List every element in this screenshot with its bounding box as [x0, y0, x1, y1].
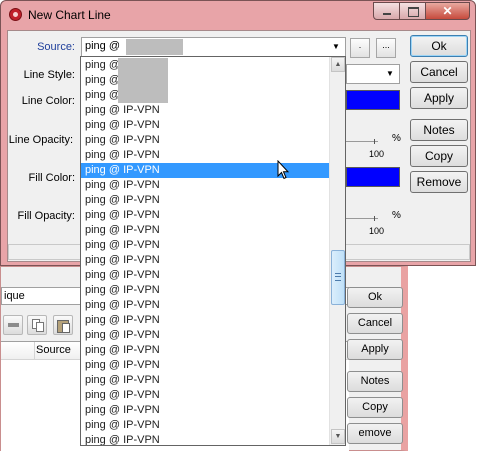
background-copy-button[interactable]: Copy [347, 397, 403, 418]
list-item-label: ping @ [85, 74, 121, 86]
list-item[interactable]: ping @ IP-VPN [81, 418, 331, 433]
redacted-block [126, 39, 183, 55]
list-item[interactable]: ping @ IP-VPN [81, 193, 331, 208]
fill-opacity-label: Fill Opacity: [17, 210, 75, 222]
scroll-up-icon[interactable]: ▲ [331, 57, 345, 72]
apply-button[interactable]: Apply [410, 87, 468, 109]
line-opacity-max: 100 [369, 149, 385, 159]
copy-icon[interactable] [27, 315, 47, 335]
remove-icon[interactable] [3, 315, 23, 335]
cancel-button[interactable]: Cancel [410, 61, 468, 83]
remove-button[interactable]: Remove [410, 171, 468, 193]
list-item[interactable]: ping @ IP-VPN [81, 343, 331, 358]
close-button[interactable] [425, 2, 470, 20]
list-item[interactable]: ping @ IP-VPN [81, 298, 331, 313]
source-combobox[interactable]: ping @ ▼ [81, 37, 346, 57]
list-item-label: ping @ [85, 59, 121, 71]
line-color-swatch[interactable] [346, 90, 400, 110]
list-item[interactable]: ping @ IP-VPN [81, 268, 331, 283]
fill-opacity-percent: % [392, 210, 401, 221]
list-item[interactable]: ping @ IP-VPN [81, 118, 331, 133]
line-opacity-percent: % [392, 133, 401, 144]
background-notes-button[interactable]: Notes [347, 371, 403, 392]
paste-icon[interactable] [53, 315, 73, 335]
mouse-cursor-icon [277, 160, 289, 180]
list-item[interactable]: ping @ [81, 88, 331, 103]
list-item[interactable]: ping @ IP-VPN [81, 388, 331, 403]
list-item[interactable]: ping @ IP-VPN [81, 103, 331, 118]
redacted-block [118, 88, 169, 103]
source-small-button[interactable]: . [350, 38, 370, 58]
list-item[interactable]: ping @ IP-VPN [81, 223, 331, 238]
line-opacity-label: Line Opacity: [8, 134, 73, 146]
list-item[interactable]: ping @ IP-VPN [81, 253, 331, 268]
redacted-block [118, 58, 169, 73]
list-item[interactable]: ping @ IP-VPN [81, 328, 331, 343]
chevron-down-icon[interactable]: ▼ [328, 39, 344, 55]
source-label: Source: [37, 41, 75, 53]
app-icon [9, 8, 22, 21]
list-item[interactable]: ping @ IP-VPN [81, 208, 331, 223]
notes-button[interactable]: Notes [410, 119, 468, 141]
source-dropdown-list[interactable]: ping @ ping @ ping @ ping @ IP-VPN ping … [80, 56, 346, 446]
maximize-button[interactable] [399, 2, 426, 20]
dialog-title: New Chart Line [28, 8, 111, 22]
dropdown-scrollbar[interactable]: ▲ ▼ [329, 57, 345, 445]
fill-color-swatch[interactable] [346, 167, 400, 187]
list-item[interactable]: ping @ [81, 73, 331, 88]
chevron-down-icon[interactable]: ▼ [382, 66, 398, 82]
source-value: ping @ [85, 40, 121, 52]
scrollbar-thumb[interactable] [331, 250, 345, 305]
line-style-label: Line Style: [23, 69, 75, 81]
fill-opacity-max: 100 [369, 226, 385, 236]
background-ok-button[interactable]: Ok [347, 287, 403, 308]
background-cancel-button[interactable]: Cancel [347, 313, 403, 334]
list-item[interactable]: ping @ [81, 58, 331, 73]
slider-tick [374, 216, 375, 221]
list-item-selected[interactable]: ping @ IP-VPN [81, 163, 331, 178]
list-item[interactable]: ping @ IP-VPN [81, 133, 331, 148]
redacted-block [118, 73, 169, 88]
list-item-label: ping @ [85, 89, 121, 101]
list-item[interactable]: ping @ IP-VPN [81, 358, 331, 373]
ok-button[interactable]: Ok [410, 35, 468, 57]
slider-tick [374, 139, 375, 144]
list-item[interactable]: ping @ IP-VPN [81, 178, 331, 193]
scroll-down-icon[interactable]: ▼ [331, 429, 345, 444]
title-bar[interactable]: New Chart Line [1, 1, 475, 28]
fill-color-label: Fill Color: [28, 172, 75, 184]
background-apply-button[interactable]: Apply [347, 339, 403, 360]
list-item[interactable]: ping @ IP-VPN [81, 403, 331, 418]
list-item[interactable]: ping @ IP-VPN [81, 238, 331, 253]
line-style-combobox[interactable]: ▼ [346, 64, 400, 84]
minimize-button[interactable] [373, 2, 400, 20]
line-color-label: Line Color: [21, 95, 75, 107]
list-item[interactable]: ping @ IP-VPN [81, 373, 331, 388]
list-item[interactable]: ping @ IP-VPN [81, 433, 331, 445]
list-item[interactable]: ping @ IP-VPN [81, 283, 331, 298]
source-more-button[interactable]: ... [376, 38, 396, 58]
copy-button[interactable]: Copy [410, 145, 468, 167]
list-item[interactable]: ping @ IP-VPN [81, 313, 331, 328]
list-item[interactable]: ping @ IP-VPN [81, 148, 331, 163]
background-remove-button[interactable]: emove [347, 423, 403, 444]
